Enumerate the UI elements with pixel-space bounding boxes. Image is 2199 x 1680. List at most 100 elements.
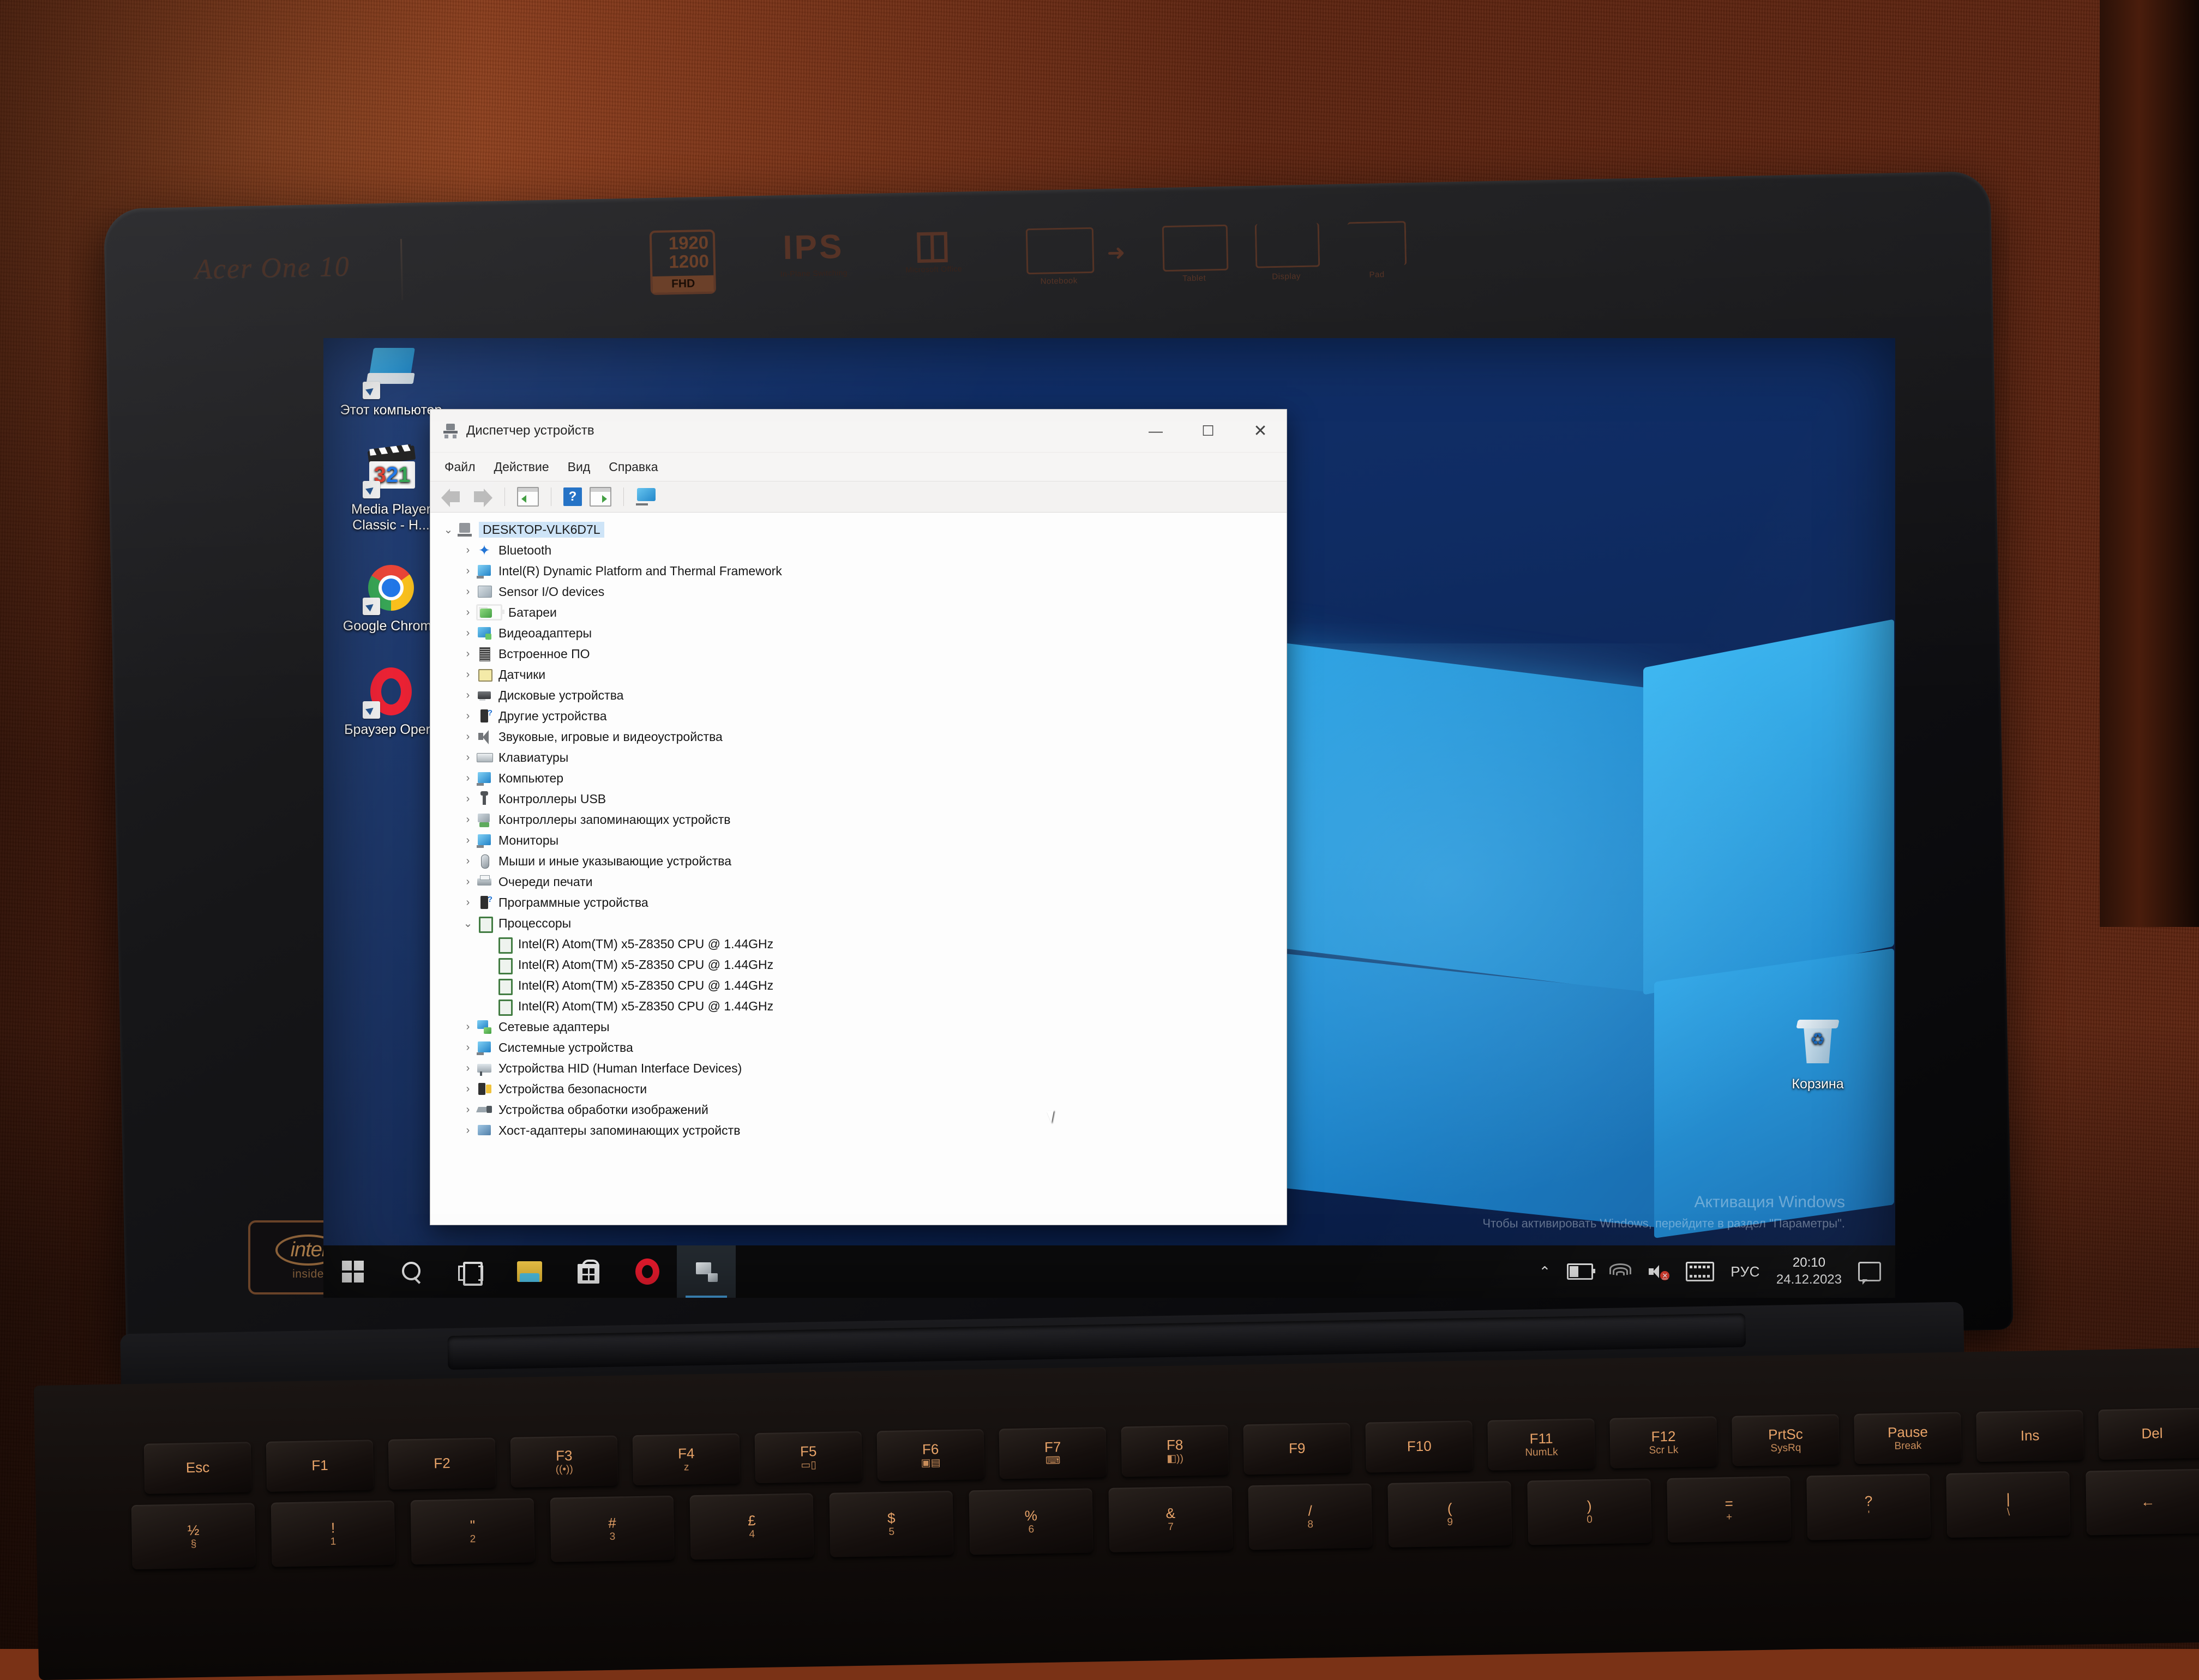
tree-item[interactable]: › Дисковые устройства [430, 685, 1287, 706]
tree-item[interactable]: › Компьютер [430, 768, 1287, 788]
keyboard-key[interactable]: £4 [689, 1493, 814, 1560]
taskbar-search-button[interactable] [382, 1245, 441, 1298]
tree-item[interactable]: Intel(R) Atom(TM) x5-Z8350 CPU @ 1.44GHz [430, 954, 1287, 975]
keyboard-key[interactable]: F2 [388, 1437, 496, 1490]
help-icon[interactable]: ? [563, 487, 582, 506]
tree-item[interactable]: ›? Программные устройства [430, 892, 1287, 913]
tree-item[interactable]: ⌄ Процессоры [430, 913, 1287, 934]
tree-item[interactable]: › Устройства безопасности [430, 1079, 1287, 1099]
keyboard-key[interactable]: Pause Break [1854, 1412, 1962, 1465]
display-devices-icon[interactable] [636, 488, 658, 505]
tree-item[interactable]: Intel(R) Atom(TM) x5-Z8350 CPU @ 1.44GHz [430, 975, 1287, 996]
tree-item[interactable]: › ✦ Bluetooth [430, 540, 1287, 561]
chevron-right-icon[interactable]: › [460, 1021, 476, 1033]
battery-icon[interactable] [1567, 1263, 1596, 1280]
properties-icon[interactable] [517, 487, 539, 507]
menu-item-view[interactable]: Вид [568, 460, 591, 474]
keyboard-key[interactable]: | \ [1946, 1471, 2071, 1538]
keyboard-key[interactable]: F12 Scr Lk [1609, 1416, 1717, 1468]
chevron-right-icon[interactable]: › [460, 772, 476, 785]
tree-item[interactable]: › Видеоадаптеры [430, 623, 1287, 643]
keyboard-key[interactable]: #3 [550, 1495, 675, 1562]
keyboard-key[interactable]: ← [2086, 1468, 2199, 1536]
scan-icon[interactable] [590, 487, 611, 507]
tree-item[interactable]: › Батареи [430, 602, 1287, 623]
tree-item[interactable]: › Sensor I/O devices [430, 581, 1287, 602]
keyboard-key[interactable]: F1 [266, 1440, 374, 1492]
keyboard-key[interactable]: Ins [1976, 1410, 2084, 1462]
keyboard-key[interactable]: (9 [1387, 1481, 1512, 1547]
show-hidden-icons-chevron-icon[interactable]: ⌃ [1539, 1263, 1551, 1280]
keyboard-key[interactable]: " 2 [410, 1498, 535, 1565]
chevron-right-icon[interactable]: › [460, 896, 476, 909]
wifi-icon[interactable] [1609, 1263, 1632, 1280]
speaker-muted-icon[interactable]: ✕ [1648, 1263, 1670, 1280]
tree-item-list[interactable]: › ✦ Bluetooth › Intel(R) Dynamic Platform an… [430, 540, 1287, 1141]
keyboard-key[interactable]: F10 [1365, 1420, 1474, 1473]
device-tree[interactable]: ⌄ DESKTOP-VLK6D7L › ✦ Bluetooth › Intel(R) D… [430, 513, 1287, 1225]
maximize-button[interactable]: ☐ [1182, 410, 1234, 452]
keyboard-key[interactable]: ½ § [131, 1503, 256, 1570]
taskbar-file-explorer-button[interactable] [500, 1245, 559, 1298]
keyboard-key[interactable]: Del [2098, 1407, 2199, 1460]
keyboard-key[interactable]: = + [1667, 1476, 1792, 1543]
taskbar-device-manager-button[interactable] [677, 1245, 736, 1298]
tree-item[interactable]: › Контроллеры запоминающих устройств [430, 809, 1287, 830]
chevron-right-icon[interactable]: › [460, 669, 476, 681]
tree-item[interactable]: › Звуковые, игровые и видеоустройства [430, 726, 1287, 747]
keyboard-key[interactable]: ) 0 [1527, 1478, 1652, 1545]
keyboard-key[interactable]: $5 [829, 1490, 954, 1557]
chevron-right-icon[interactable]: › [460, 544, 476, 557]
chevron-right-icon[interactable]: › [460, 793, 476, 805]
chevron-right-icon[interactable]: › [460, 689, 476, 702]
keyboard-key[interactable]: & 7 [1108, 1485, 1233, 1552]
clock[interactable]: 20:10 24.12.2023 [1776, 1255, 1842, 1288]
tree-item[interactable]: Intel(R) Atom(TM) x5-Z8350 CPU @ 1.44GHz [430, 996, 1287, 1016]
chevron-down-icon[interactable]: ⌄ [440, 523, 456, 537]
tree-item[interactable]: › Устройства HID (Human Interface Devices… [430, 1058, 1287, 1079]
keyboard-key[interactable]: F11 NumLk [1487, 1418, 1595, 1471]
keyboard-key[interactable]: F6 ▣▤ [876, 1429, 985, 1482]
keyboard-key[interactable]: /8 [1248, 1483, 1373, 1550]
taskbar[interactable]: ⌃ ✕ РУС 20:10 24.12.2023 [323, 1245, 1895, 1298]
keyboard-key[interactable]: F4 z [632, 1433, 741, 1486]
keyboard-key[interactable]: F3 ((•)) [510, 1435, 618, 1488]
minimize-button[interactable]: — [1129, 410, 1182, 452]
keyboard-key[interactable]: F5 ▭▯ [754, 1431, 863, 1484]
chevron-right-icon[interactable]: › [460, 1062, 476, 1075]
language-indicator[interactable]: РУС [1731, 1263, 1760, 1280]
chevron-right-icon[interactable]: › [460, 751, 476, 764]
close-button[interactable]: ✕ [1234, 410, 1287, 452]
menu-item-help[interactable]: Справка [609, 460, 658, 474]
tree-item[interactable]: › Сетевые адаптеры [430, 1016, 1287, 1037]
chevron-right-icon[interactable]: › [460, 710, 476, 722]
tree-item[interactable]: › Intel(R) Dynamic Platform and Thermal F… [430, 561, 1287, 581]
tree-item[interactable]: › Датчики [430, 664, 1287, 685]
desktop-icon-recycle-bin[interactable]: Корзина [1769, 1020, 1867, 1092]
touch-keyboard-icon[interactable] [1686, 1262, 1715, 1281]
chevron-right-icon[interactable]: › [460, 876, 476, 888]
tree-item[interactable]: › Устройства обработки изображений [430, 1099, 1287, 1120]
taskbar-opera-button[interactable] [618, 1245, 677, 1298]
chevron-right-icon[interactable]: › [460, 606, 476, 619]
window-controls[interactable]: — ☐ ✕ [1129, 410, 1287, 452]
forward-arrow-icon[interactable] [471, 487, 492, 507]
menu-item-file[interactable]: Файл [444, 460, 476, 474]
menu-item-action[interactable]: Действие [494, 460, 549, 474]
chevron-right-icon[interactable]: › [460, 627, 476, 640]
desktop-icon-chrome[interactable]: Google Chrome [338, 562, 444, 634]
desktop-icon-this-pc[interactable]: Этот компьютер [338, 346, 444, 418]
tree-item[interactable]: › Очереди печати [430, 871, 1287, 892]
tree-item[interactable]: › Системные устройства [430, 1037, 1287, 1058]
keyboard-key[interactable]: F8 ◧)) [1121, 1425, 1229, 1477]
desktop-icon-mpc[interactable]: 321 Media Player Classic - H... [338, 445, 444, 533]
desktop-icon-opera[interactable]: Браузер Opera [338, 665, 444, 738]
chevron-right-icon[interactable]: › [460, 1124, 476, 1137]
chevron-right-icon[interactable]: › [460, 731, 476, 743]
chevron-right-icon[interactable]: › [460, 834, 476, 847]
tree-item[interactable]: › Мониторы [430, 830, 1287, 851]
tree-item[interactable]: › Клавиатуры [430, 747, 1287, 768]
device-manager-window[interactable]: Диспетчер устройств — ☐ ✕ Файл Действие … [430, 409, 1287, 1225]
menu-bar[interactable]: Файл Действие Вид Справка [430, 453, 1287, 481]
window-titlebar[interactable]: Диспетчер устройств — ☐ ✕ [430, 410, 1287, 453]
